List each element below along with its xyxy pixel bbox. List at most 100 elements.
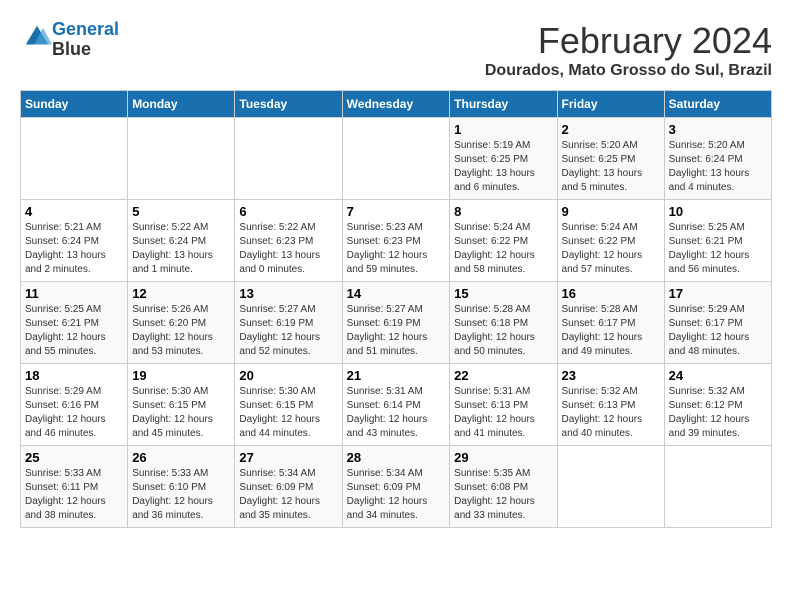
calendar-cell: 1Sunrise: 5:19 AM Sunset: 6:25 PM Daylig… — [450, 118, 557, 200]
day-number: 22 — [454, 368, 552, 383]
calendar-week-0: 1Sunrise: 5:19 AM Sunset: 6:25 PM Daylig… — [21, 118, 772, 200]
day-number: 9 — [562, 204, 660, 219]
calendar-cell: 9 Sunrise: 5:24 AM Sunset: 6:22 PM Daylig… — [557, 200, 664, 282]
day-number: 23 — [562, 368, 660, 383]
calendar-header-row: SundayMondayTuesdayWednesdayThursdayFrid… — [21, 91, 772, 118]
day-info: Sunrise: 5:20 AM Sunset: 6:24 PM Dayligh… — [669, 139, 767, 195]
day-number: 18 — [25, 368, 123, 383]
header-day-thursday: Thursday — [450, 91, 557, 118]
day-info: Sunrise: 5:24 AM Sunset: 6:22 PM Dayligh… — [454, 221, 552, 277]
logo: General Blue — [20, 20, 119, 60]
day-info: Sunrise: 5:33 AM Sunset: 6:11 PM Dayligh… — [25, 467, 123, 523]
calendar-cell: 4 Sunrise: 5:21 AM Sunset: 6:24 PM Daylig… — [21, 200, 128, 282]
day-number: 24 — [669, 368, 767, 383]
day-number: 13 — [239, 286, 337, 301]
calendar-cell: 22 Sunrise: 5:31 AM Sunset: 6:13 PM Dayli… — [450, 364, 557, 446]
header-day-monday: Monday — [128, 91, 235, 118]
day-number: 2 — [562, 122, 660, 137]
logo-line1: General — [52, 19, 119, 39]
day-number: 6 — [239, 204, 337, 219]
day-info: Sunrise: 5:25 AM Sunset: 6:21 PM Dayligh… — [669, 221, 767, 277]
day-number: 17 — [669, 286, 767, 301]
calendar-cell — [342, 118, 450, 200]
day-number: 26 — [132, 450, 230, 465]
calendar-cell: 18 Sunrise: 5:29 AM Sunset: 6:16 PM Dayli… — [21, 364, 128, 446]
calendar-cell: 13 Sunrise: 5:27 AM Sunset: 6:19 PM Dayli… — [235, 282, 342, 364]
calendar-cell: 26 Sunrise: 5:33 AM Sunset: 6:10 PM Dayli… — [128, 446, 235, 528]
day-number: 3 — [669, 122, 767, 137]
day-number: 8 — [454, 204, 552, 219]
month-title: February 2024 — [485, 20, 772, 62]
day-number: 4 — [25, 204, 123, 219]
day-info: Sunrise: 5:31 AM Sunset: 6:14 PM Dayligh… — [347, 385, 446, 441]
day-number: 14 — [347, 286, 446, 301]
day-number: 27 — [239, 450, 337, 465]
calendar-cell: 8 Sunrise: 5:24 AM Sunset: 6:22 PM Daylig… — [450, 200, 557, 282]
day-info: Sunrise: 5:26 AM Sunset: 6:20 PM Dayligh… — [132, 303, 230, 359]
location-title: Dourados, Mato Grosso do Sul, Brazil — [485, 62, 772, 80]
day-number: 7 — [347, 204, 446, 219]
header-day-tuesday: Tuesday — [235, 91, 342, 118]
day-info: Sunrise: 5:20 AM Sunset: 6:25 PM Dayligh… — [562, 139, 660, 195]
title-area: February 2024 Dourados, Mato Grosso do S… — [485, 20, 772, 80]
calendar-week-2: 11Sunrise: 5:25 AM Sunset: 6:21 PM Dayli… — [21, 282, 772, 364]
day-info: Sunrise: 5:22 AM Sunset: 6:23 PM Dayligh… — [239, 221, 337, 277]
day-number: 15 — [454, 286, 552, 301]
day-info: Sunrise: 5:29 AM Sunset: 6:17 PM Dayligh… — [669, 303, 767, 359]
calendar-cell — [128, 118, 235, 200]
header-day-sunday: Sunday — [21, 91, 128, 118]
day-number: 11 — [25, 286, 123, 301]
day-info: Sunrise: 5:19 AM Sunset: 6:25 PM Dayligh… — [454, 139, 552, 195]
day-number: 19 — [132, 368, 230, 383]
calendar-cell: 16Sunrise: 5:28 AM Sunset: 6:17 PM Dayli… — [557, 282, 664, 364]
calendar-week-1: 4 Sunrise: 5:21 AM Sunset: 6:24 PM Daylig… — [21, 200, 772, 282]
day-info: Sunrise: 5:29 AM Sunset: 6:16 PM Dayligh… — [25, 385, 123, 441]
header-day-friday: Friday — [557, 91, 664, 118]
calendar-cell: 28 Sunrise: 5:34 AM Sunset: 6:09 PM Dayli… — [342, 446, 450, 528]
calendar-cell: 11Sunrise: 5:25 AM Sunset: 6:21 PM Dayli… — [21, 282, 128, 364]
day-info: Sunrise: 5:21 AM Sunset: 6:24 PM Dayligh… — [25, 221, 123, 277]
calendar-cell: 29 Sunrise: 5:35 AM Sunset: 6:08 PM Dayli… — [450, 446, 557, 528]
calendar-week-4: 25 Sunrise: 5:33 AM Sunset: 6:11 PM Dayli… — [21, 446, 772, 528]
day-number: 25 — [25, 450, 123, 465]
calendar-cell: 7Sunrise: 5:23 AM Sunset: 6:23 PM Daylig… — [342, 200, 450, 282]
calendar-cell: 14Sunrise: 5:27 AM Sunset: 6:19 PM Dayli… — [342, 282, 450, 364]
calendar-table: SundayMondayTuesdayWednesdayThursdayFrid… — [20, 90, 772, 528]
day-number: 10 — [669, 204, 767, 219]
day-number: 28 — [347, 450, 446, 465]
day-number: 29 — [454, 450, 552, 465]
calendar-cell: 20 Sunrise: 5:30 AM Sunset: 6:15 PM Dayli… — [235, 364, 342, 446]
day-info: Sunrise: 5:28 AM Sunset: 6:18 PM Dayligh… — [454, 303, 552, 359]
calendar-cell: 23Sunrise: 5:32 AM Sunset: 6:13 PM Dayli… — [557, 364, 664, 446]
day-number: 16 — [562, 286, 660, 301]
header-day-saturday: Saturday — [664, 91, 771, 118]
day-info: Sunrise: 5:34 AM Sunset: 6:09 PM Dayligh… — [347, 467, 446, 523]
day-info: Sunrise: 5:35 AM Sunset: 6:08 PM Dayligh… — [454, 467, 552, 523]
calendar-cell: 3 Sunrise: 5:20 AM Sunset: 6:24 PM Daylig… — [664, 118, 771, 200]
calendar-cell: 19 Sunrise: 5:30 AM Sunset: 6:15 PM Dayli… — [128, 364, 235, 446]
calendar-cell: 6 Sunrise: 5:22 AM Sunset: 6:23 PM Daylig… — [235, 200, 342, 282]
calendar-cell: 24Sunrise: 5:32 AM Sunset: 6:12 PM Dayli… — [664, 364, 771, 446]
calendar-cell: 12 Sunrise: 5:26 AM Sunset: 6:20 PM Dayli… — [128, 282, 235, 364]
day-info: Sunrise: 5:31 AM Sunset: 6:13 PM Dayligh… — [454, 385, 552, 441]
calendar-body: 1Sunrise: 5:19 AM Sunset: 6:25 PM Daylig… — [21, 118, 772, 528]
day-info: Sunrise: 5:22 AM Sunset: 6:24 PM Dayligh… — [132, 221, 230, 277]
calendar-cell: 15 Sunrise: 5:28 AM Sunset: 6:18 PM Dayli… — [450, 282, 557, 364]
day-info: Sunrise: 5:34 AM Sunset: 6:09 PM Dayligh… — [239, 467, 337, 523]
day-info: Sunrise: 5:27 AM Sunset: 6:19 PM Dayligh… — [239, 303, 337, 359]
day-number: 20 — [239, 368, 337, 383]
day-info: Sunrise: 5:30 AM Sunset: 6:15 PM Dayligh… — [239, 385, 337, 441]
header: General Blue February 2024 Dourados, Mat… — [20, 20, 772, 80]
day-number: 12 — [132, 286, 230, 301]
day-info: Sunrise: 5:24 AM Sunset: 6:22 PM Dayligh… — [562, 221, 660, 277]
calendar-cell — [664, 446, 771, 528]
day-info: Sunrise: 5:30 AM Sunset: 6:15 PM Dayligh… — [132, 385, 230, 441]
calendar-cell: 27 Sunrise: 5:34 AM Sunset: 6:09 PM Dayli… — [235, 446, 342, 528]
calendar-cell: 17 Sunrise: 5:29 AM Sunset: 6:17 PM Dayli… — [664, 282, 771, 364]
calendar-cell: 25 Sunrise: 5:33 AM Sunset: 6:11 PM Dayli… — [21, 446, 128, 528]
day-info: Sunrise: 5:33 AM Sunset: 6:10 PM Dayligh… — [132, 467, 230, 523]
calendar-week-3: 18 Sunrise: 5:29 AM Sunset: 6:16 PM Dayli… — [21, 364, 772, 446]
calendar-cell: 21Sunrise: 5:31 AM Sunset: 6:14 PM Dayli… — [342, 364, 450, 446]
calendar-cell: 10 Sunrise: 5:25 AM Sunset: 6:21 PM Dayli… — [664, 200, 771, 282]
calendar-cell: 5Sunrise: 5:22 AM Sunset: 6:24 PM Daylig… — [128, 200, 235, 282]
